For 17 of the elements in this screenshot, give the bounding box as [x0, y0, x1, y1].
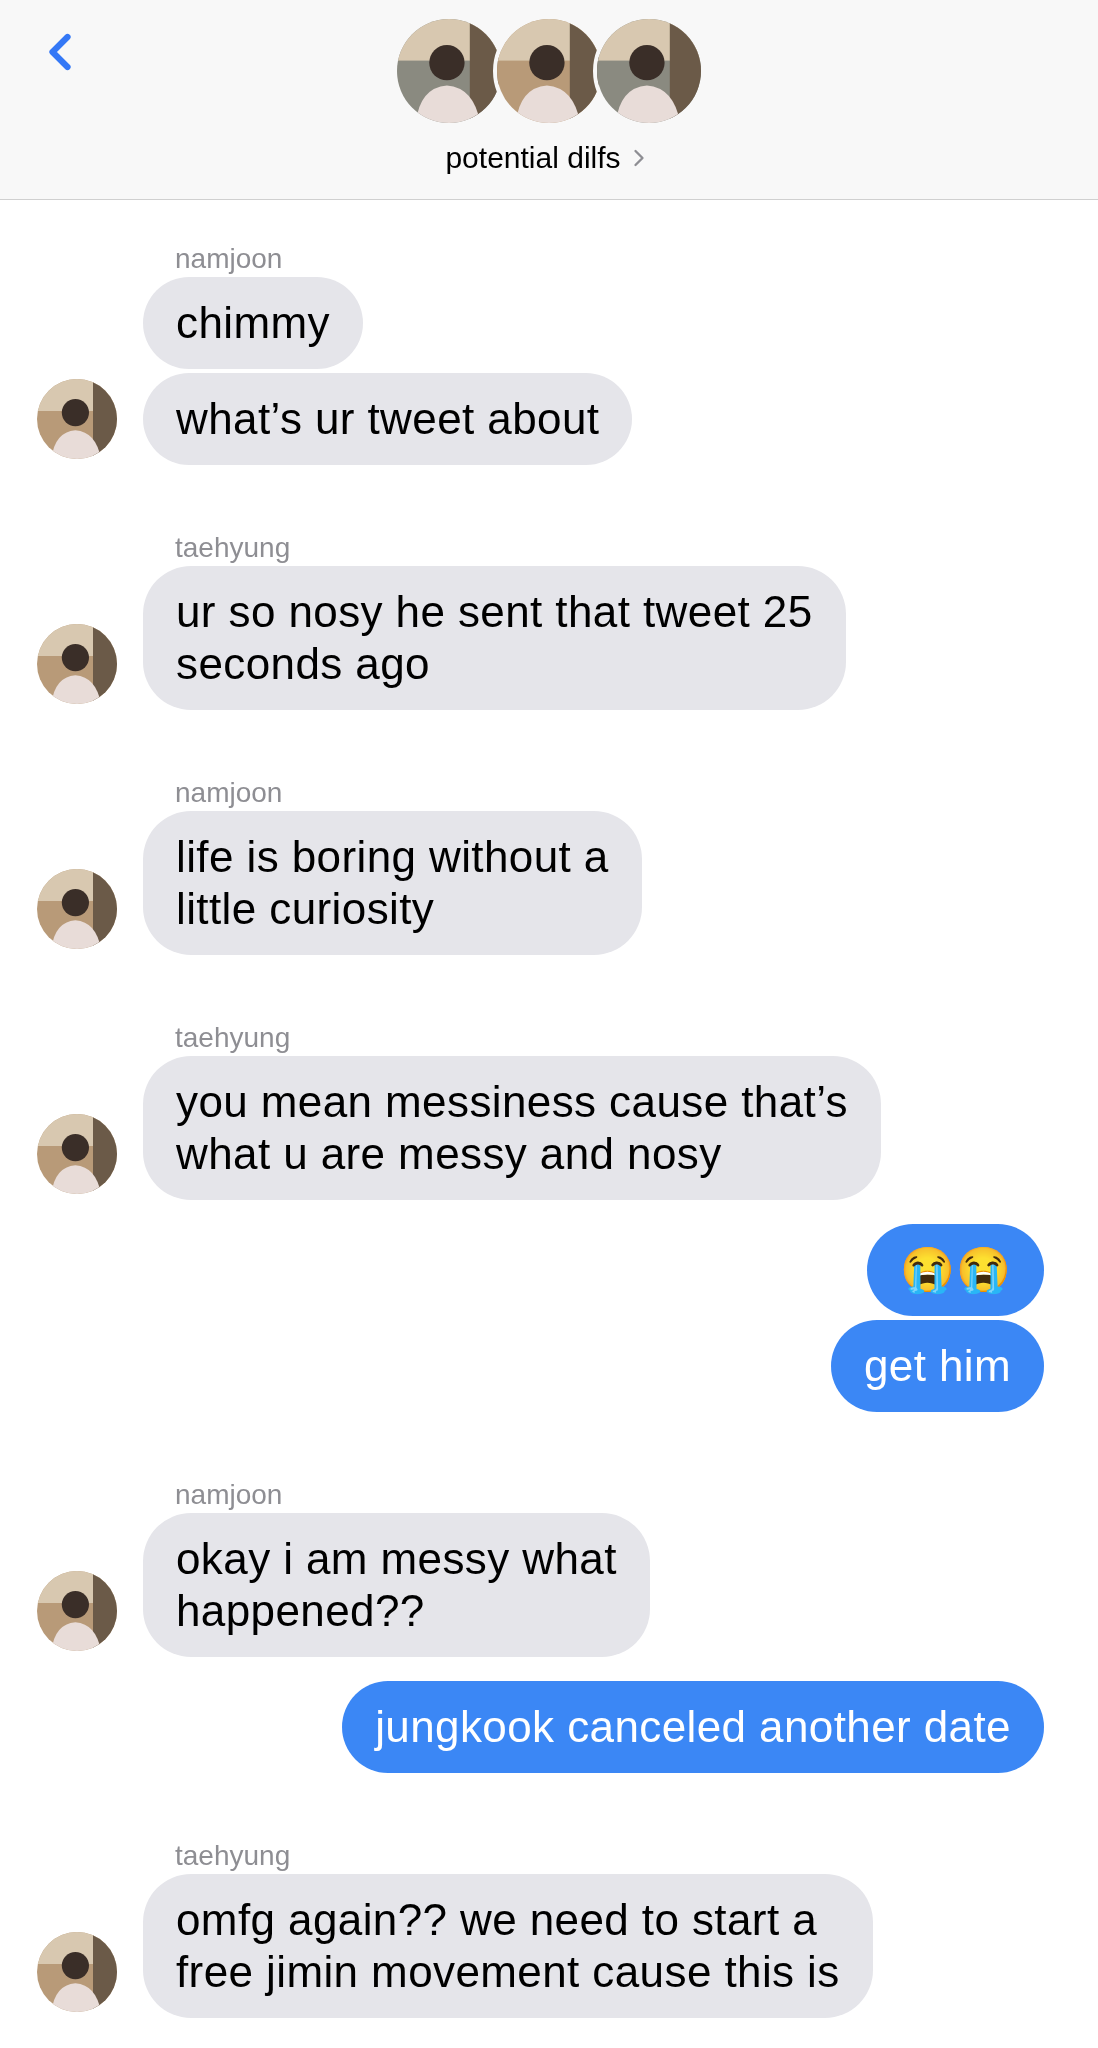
message-bubble: jungkook canceled another date — [342, 1681, 1044, 1773]
sender-name: taehyung — [175, 532, 291, 564]
sender-name: namjoon — [175, 1479, 283, 1511]
message-bubble: you mean messiness cause that’s what u are messy and nosy — [143, 1056, 881, 1200]
message-bubble: what’s ur tweet about — [143, 373, 633, 465]
message-bubble: life is boring without a little curiosity — [143, 811, 642, 955]
message-bubble: ur so nosy he sent that tweet 25 seconds ago — [143, 566, 846, 710]
sender-name: namjoon — [175, 777, 283, 809]
message-bubble: chimmy — [143, 277, 363, 369]
group-title[interactable]: potential dilfs — [445, 135, 621, 180]
message-bubble: get him — [830, 1320, 1044, 1412]
sender-name: taehyung — [175, 1840, 291, 1872]
message-bubble: 😭😭 — [867, 1224, 1044, 1316]
message-bubble: okay i am messy what happened?? — [143, 1513, 650, 1657]
sender-name: taehyung — [175, 1022, 291, 1054]
sender-name: namjoon — [175, 243, 283, 275]
message-bubble: omfg again?? we need to start a free jimin movement cause this is — [143, 1874, 873, 2018]
